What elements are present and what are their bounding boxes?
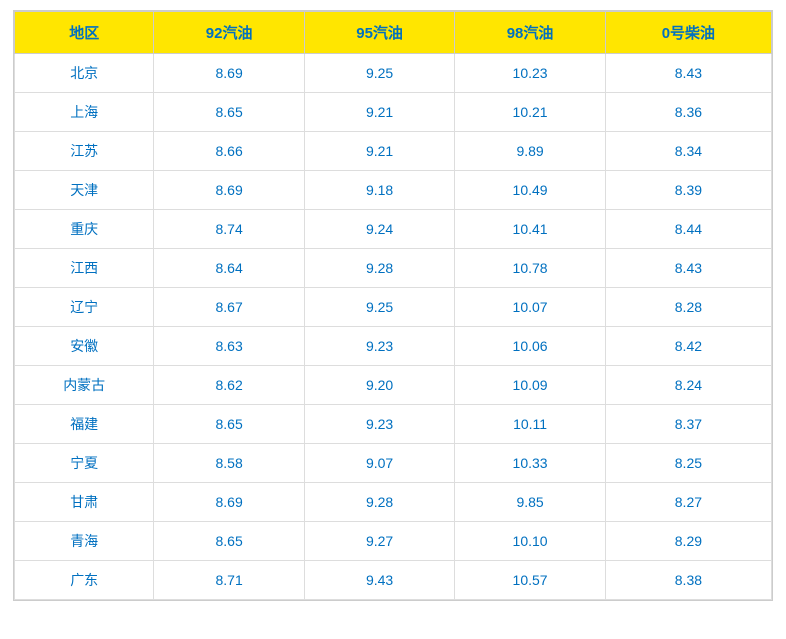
- table-row: 安徽8.639.2310.068.42: [15, 327, 772, 366]
- price-cell: 9.21: [304, 132, 454, 171]
- price-cell: 8.34: [605, 132, 771, 171]
- price-cell: 8.44: [605, 210, 771, 249]
- price-cell: 8.74: [154, 210, 304, 249]
- header-cell-3: 98汽油: [455, 12, 605, 54]
- price-cell: 8.65: [154, 522, 304, 561]
- price-cell: 8.36: [605, 93, 771, 132]
- table-row: 内蒙古8.629.2010.098.24: [15, 366, 772, 405]
- price-cell: 9.28: [304, 483, 454, 522]
- price-cell: 10.33: [455, 444, 605, 483]
- price-cell: 10.78: [455, 249, 605, 288]
- price-cell: 9.27: [304, 522, 454, 561]
- region-cell: 上海: [15, 93, 154, 132]
- price-cell: 10.09: [455, 366, 605, 405]
- price-cell: 8.28: [605, 288, 771, 327]
- header-cell-1: 92汽油: [154, 12, 304, 54]
- price-cell: 9.43: [304, 561, 454, 600]
- price-cell: 10.41: [455, 210, 605, 249]
- price-cell: 10.11: [455, 405, 605, 444]
- region-cell: 辽宁: [15, 288, 154, 327]
- table-row: 青海8.659.2710.108.29: [15, 522, 772, 561]
- table-row: 上海8.659.2110.218.36: [15, 93, 772, 132]
- price-cell: 10.10: [455, 522, 605, 561]
- price-cell: 8.25: [605, 444, 771, 483]
- price-cell: 9.85: [455, 483, 605, 522]
- fuel-price-table: 地区92汽油95汽油98汽油0号柴油 北京8.699.2510.238.43上海…: [14, 11, 772, 600]
- price-cell: 9.28: [304, 249, 454, 288]
- price-cell: 9.18: [304, 171, 454, 210]
- price-cell: 8.43: [605, 249, 771, 288]
- table-header: 地区92汽油95汽油98汽油0号柴油: [15, 12, 772, 54]
- table-row: 江苏8.669.219.898.34: [15, 132, 772, 171]
- price-cell: 10.49: [455, 171, 605, 210]
- table-row: 甘肃8.699.289.858.27: [15, 483, 772, 522]
- price-cell: 10.23: [455, 54, 605, 93]
- price-cell: 8.69: [154, 54, 304, 93]
- region-cell: 福建: [15, 405, 154, 444]
- price-cell: 10.07: [455, 288, 605, 327]
- price-cell: 8.39: [605, 171, 771, 210]
- price-cell: 8.42: [605, 327, 771, 366]
- table-row: 宁夏8.589.0710.338.25: [15, 444, 772, 483]
- price-cell: 8.65: [154, 405, 304, 444]
- region-cell: 江西: [15, 249, 154, 288]
- region-cell: 广东: [15, 561, 154, 600]
- price-cell: 8.24: [605, 366, 771, 405]
- price-cell: 8.37: [605, 405, 771, 444]
- price-cell: 8.38: [605, 561, 771, 600]
- price-cell: 9.25: [304, 288, 454, 327]
- header-cell-0: 地区: [15, 12, 154, 54]
- region-cell: 天津: [15, 171, 154, 210]
- table-row: 广东8.719.4310.578.38: [15, 561, 772, 600]
- price-cell: 9.24: [304, 210, 454, 249]
- price-cell: 8.69: [154, 171, 304, 210]
- header-cell-4: 0号柴油: [605, 12, 771, 54]
- region-cell: 重庆: [15, 210, 154, 249]
- region-cell: 北京: [15, 54, 154, 93]
- region-cell: 内蒙古: [15, 366, 154, 405]
- table-row: 福建8.659.2310.118.37: [15, 405, 772, 444]
- price-cell: 8.71: [154, 561, 304, 600]
- table-row: 北京8.699.2510.238.43: [15, 54, 772, 93]
- price-cell: 8.43: [605, 54, 771, 93]
- price-cell: 9.23: [304, 405, 454, 444]
- table-row: 江西8.649.2810.788.43: [15, 249, 772, 288]
- table-row: 重庆8.749.2410.418.44: [15, 210, 772, 249]
- price-cell: 9.23: [304, 327, 454, 366]
- header-cell-2: 95汽油: [304, 12, 454, 54]
- price-cell: 9.89: [455, 132, 605, 171]
- price-cell: 8.66: [154, 132, 304, 171]
- price-cell: 8.27: [605, 483, 771, 522]
- price-cell: 9.21: [304, 93, 454, 132]
- region-cell: 安徽: [15, 327, 154, 366]
- table-row: 天津8.699.1810.498.39: [15, 171, 772, 210]
- price-cell: 9.25: [304, 54, 454, 93]
- price-cell: 8.69: [154, 483, 304, 522]
- price-cell: 8.29: [605, 522, 771, 561]
- region-cell: 青海: [15, 522, 154, 561]
- price-cell: 10.21: [455, 93, 605, 132]
- price-cell: 8.63: [154, 327, 304, 366]
- price-cell: 8.62: [154, 366, 304, 405]
- region-cell: 江苏: [15, 132, 154, 171]
- price-cell: 8.65: [154, 93, 304, 132]
- table-body: 北京8.699.2510.238.43上海8.659.2110.218.36江苏…: [15, 54, 772, 600]
- table-row: 辽宁8.679.2510.078.28: [15, 288, 772, 327]
- price-cell: 10.57: [455, 561, 605, 600]
- price-cell: 9.20: [304, 366, 454, 405]
- price-cell: 8.67: [154, 288, 304, 327]
- header-row: 地区92汽油95汽油98汽油0号柴油: [15, 12, 772, 54]
- price-cell: 8.58: [154, 444, 304, 483]
- fuel-price-table-wrapper: 地区92汽油95汽油98汽油0号柴油 北京8.699.2510.238.43上海…: [13, 10, 773, 601]
- region-cell: 宁夏: [15, 444, 154, 483]
- region-cell: 甘肃: [15, 483, 154, 522]
- price-cell: 9.07: [304, 444, 454, 483]
- price-cell: 8.64: [154, 249, 304, 288]
- price-cell: 10.06: [455, 327, 605, 366]
